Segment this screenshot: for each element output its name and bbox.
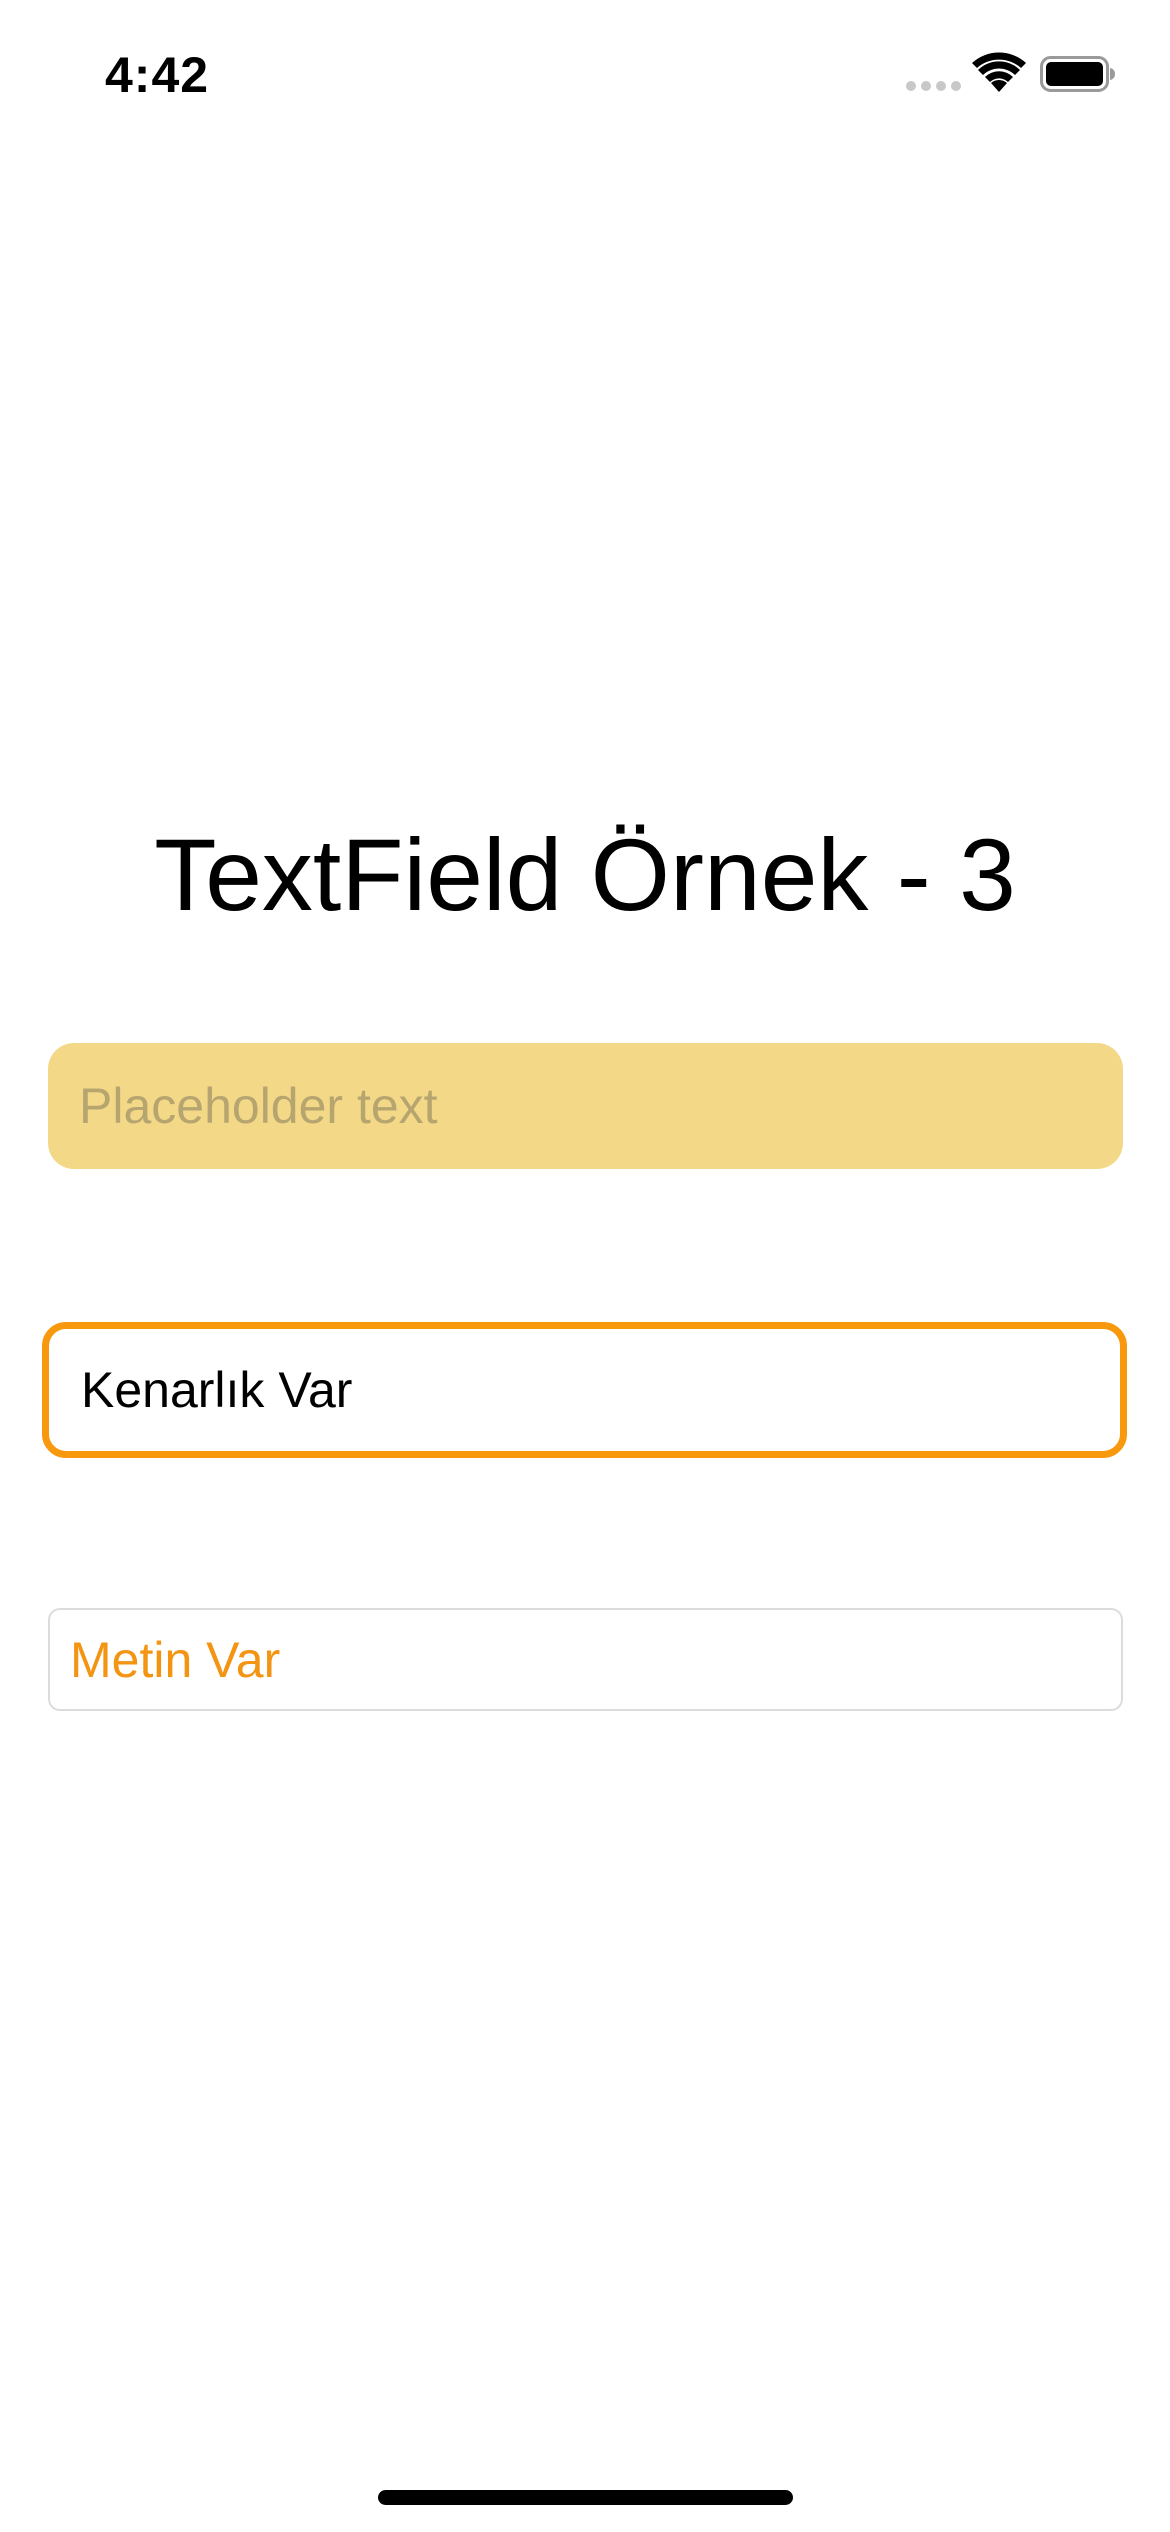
home-indicator[interactable] bbox=[378, 2490, 793, 2505]
cellular-signal-icon bbox=[906, 81, 961, 91]
plain-text-field[interactable] bbox=[48, 1608, 1123, 1711]
status-bar: 4:42 bbox=[0, 0, 1170, 150]
page-title: TextField Örnek - 3 bbox=[154, 818, 1016, 932]
bordered-text-field[interactable] bbox=[42, 1322, 1127, 1458]
wifi-icon bbox=[972, 52, 1026, 92]
placeholder-text-field[interactable] bbox=[48, 1043, 1123, 1169]
plain-text-input[interactable] bbox=[70, 1610, 1121, 1709]
battery-icon bbox=[1040, 56, 1115, 92]
placeholder-text-input[interactable] bbox=[79, 1043, 1123, 1169]
status-time: 4:42 bbox=[105, 47, 210, 103]
bordered-text-input[interactable] bbox=[81, 1329, 1120, 1451]
